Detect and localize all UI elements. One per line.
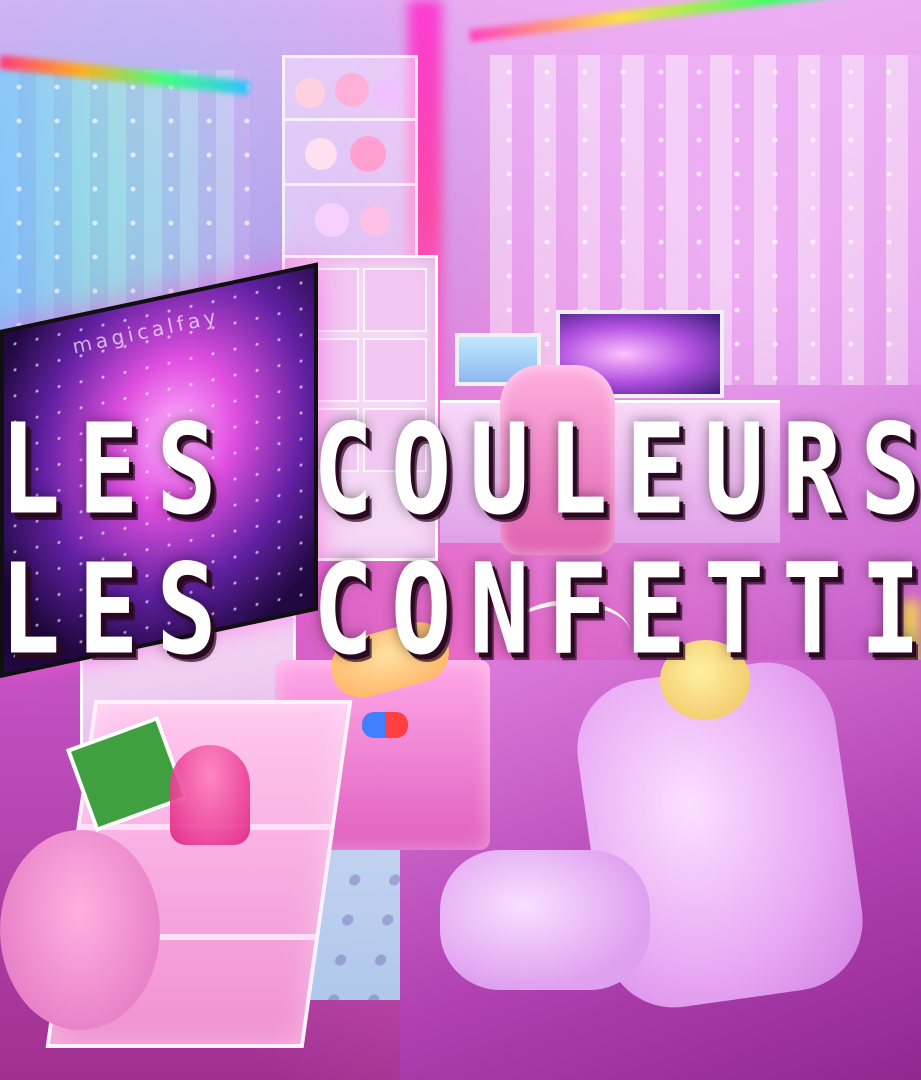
small-pillow — [440, 850, 650, 990]
headline-line-1: LES COULEURS ET — [0, 396, 921, 543]
pink-drink-cup — [170, 745, 250, 845]
shelf-divider — [285, 118, 415, 121]
plush-toy — [315, 203, 349, 237]
game-controller — [362, 712, 408, 738]
plush-toy — [350, 136, 386, 172]
plush-toy — [373, 80, 401, 108]
storage-cube — [363, 268, 427, 332]
storage-cube — [363, 338, 427, 402]
room-photo: magicalfay LES COULEURS ET LES CONFETTIS… — [0, 0, 921, 1080]
plush-toy — [335, 73, 369, 107]
plush-toy — [360, 206, 390, 236]
plush-display-shelf — [282, 55, 418, 261]
pink-plush-bottom-left — [0, 830, 160, 1030]
right-rainbow-led-strip — [469, 0, 919, 42]
headline-line-2: LES CONFETTIS ? — [0, 536, 921, 683]
plush-toy — [295, 78, 325, 108]
shelf-divider — [285, 183, 415, 186]
plush-toy — [305, 138, 337, 170]
